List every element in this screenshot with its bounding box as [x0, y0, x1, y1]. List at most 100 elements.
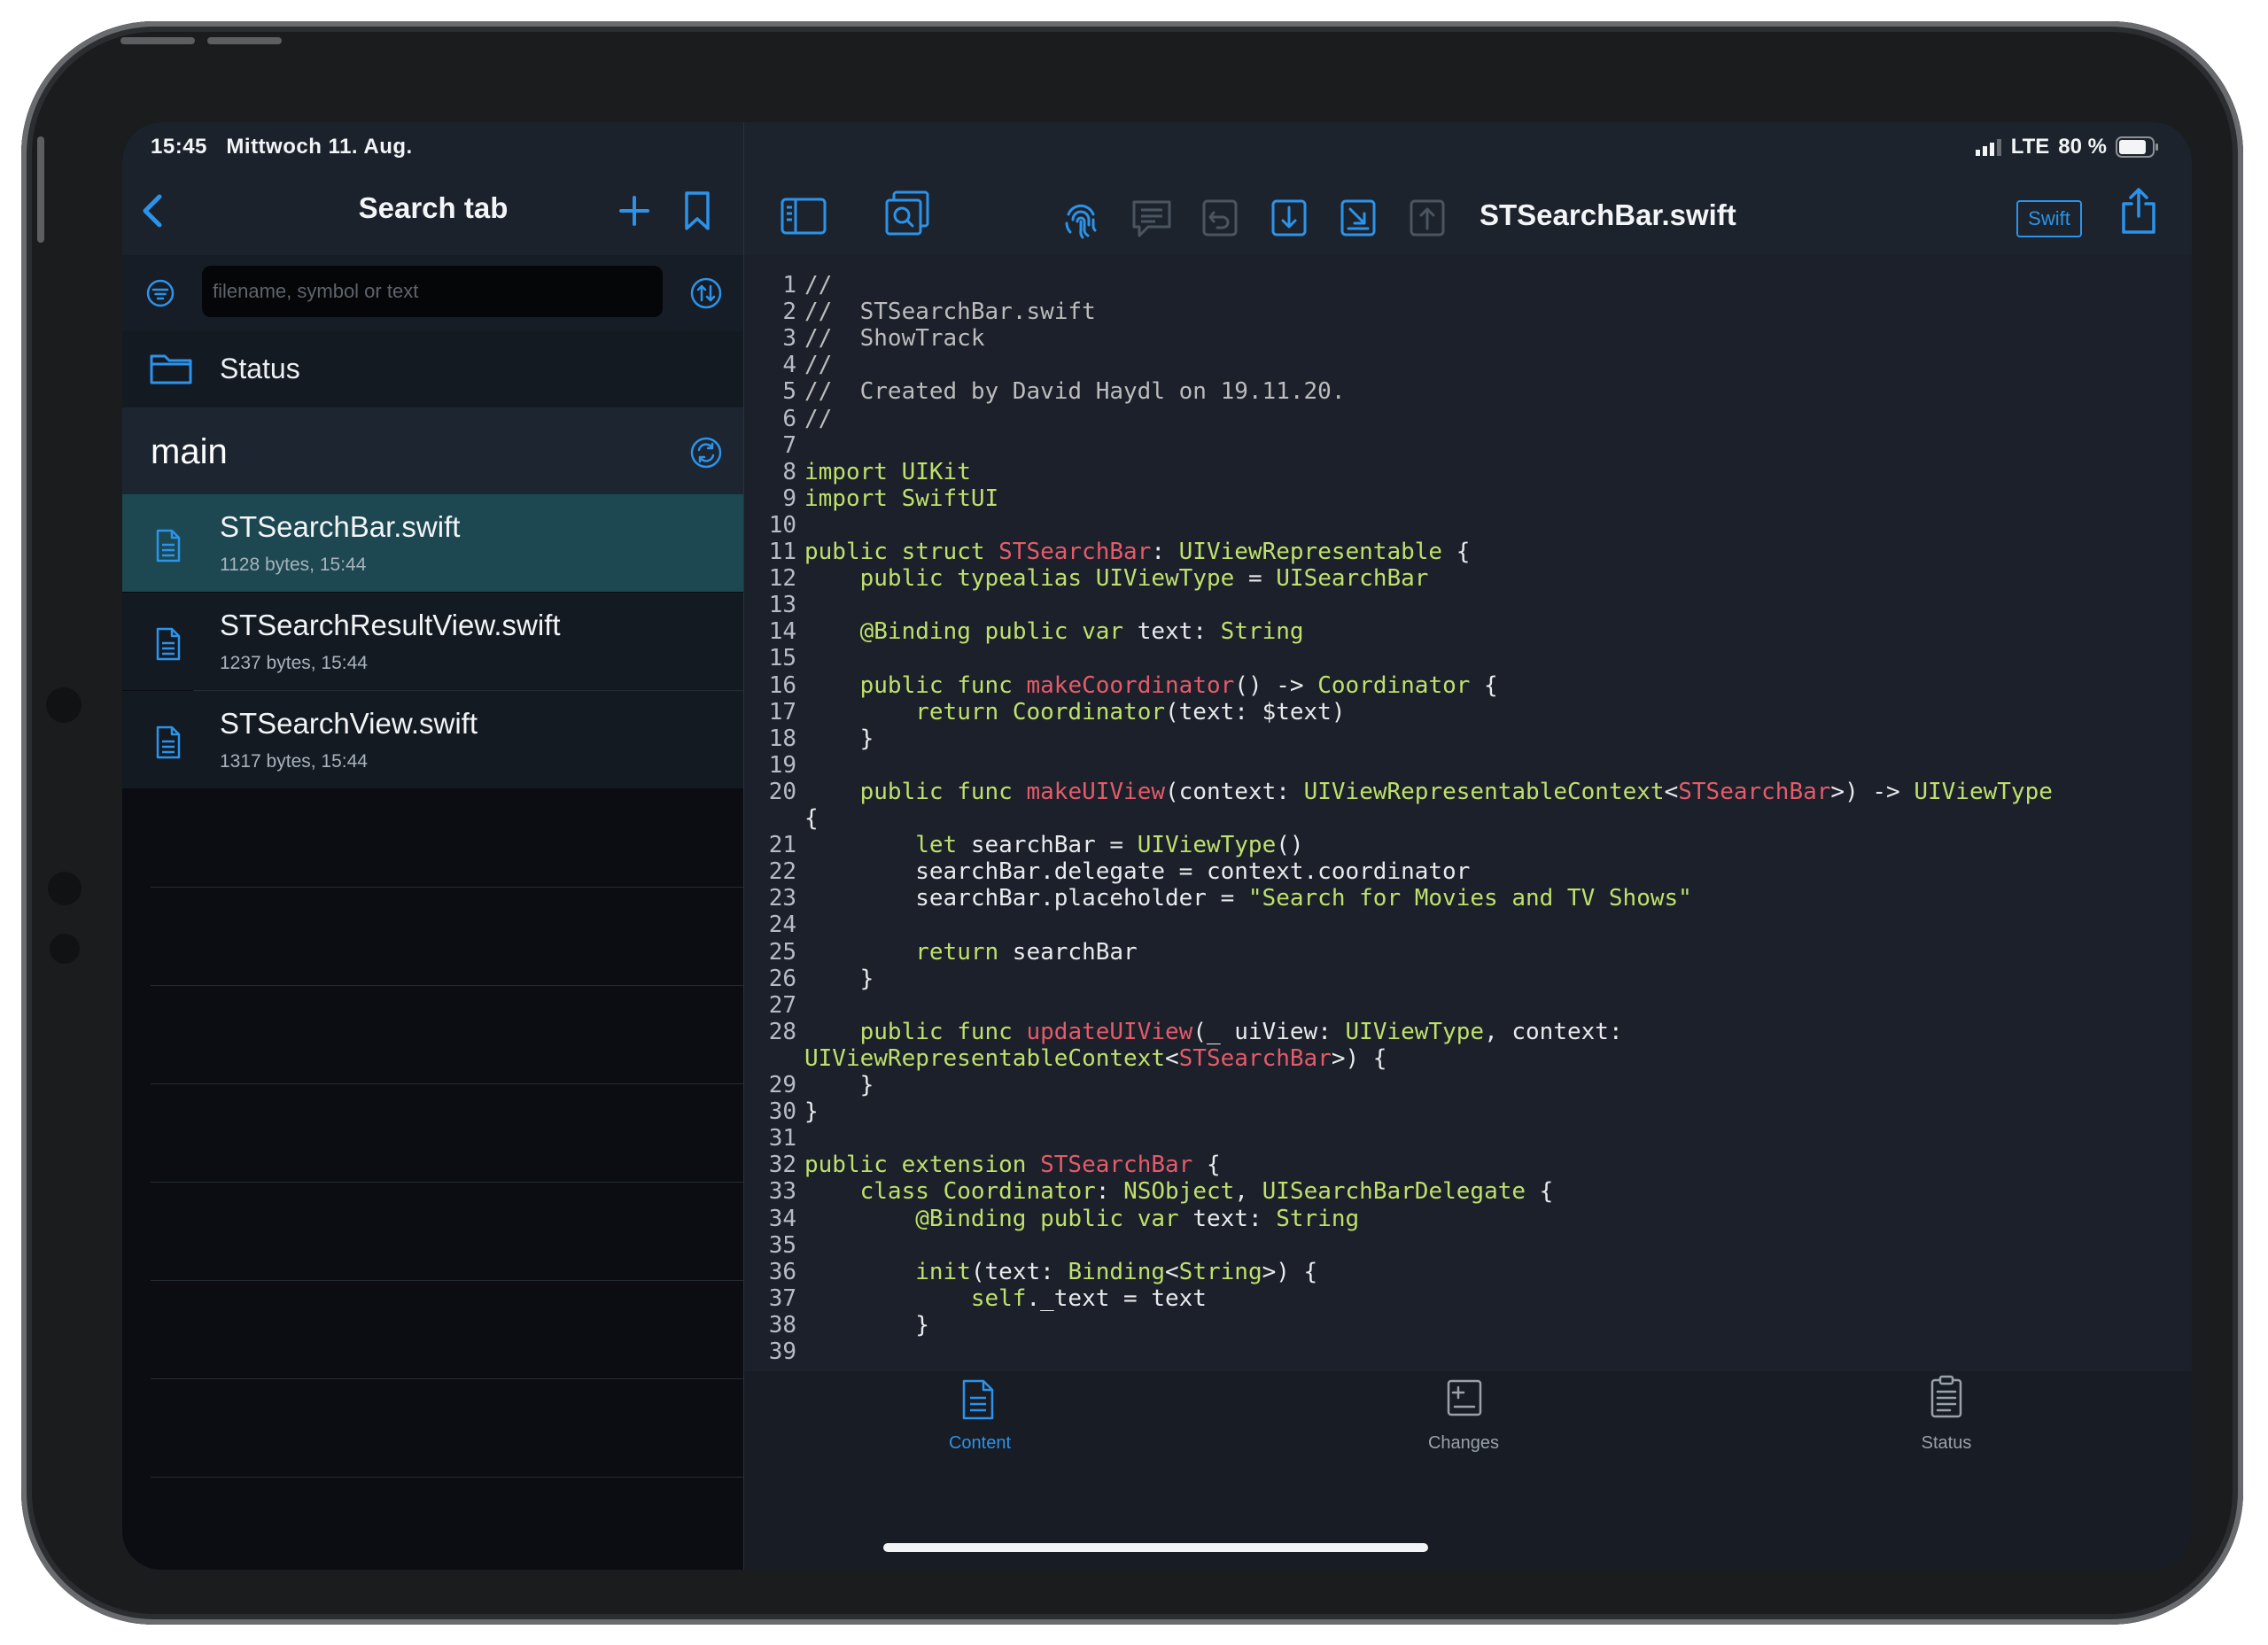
- line-number: 3: [782, 325, 796, 353]
- document-icon: [156, 627, 181, 661]
- line-number: 4: [782, 352, 796, 379]
- code-text: }: [804, 965, 874, 992]
- search-field[interactable]: [202, 266, 663, 317]
- tab-label: Changes: [1427, 1433, 1500, 1453]
- filter-icon[interactable]: [145, 278, 175, 308]
- battery-icon: [2116, 136, 2158, 158]
- camera-lens: [48, 872, 82, 905]
- code-text: searchBar.delegate = context.coordinator: [804, 858, 1471, 886]
- signal-bars-icon: [1975, 139, 2001, 156]
- tab-changes[interactable]: Changes: [1331, 1371, 1596, 1469]
- line-number: 15: [768, 645, 796, 672]
- line-number: 23: [768, 885, 796, 912]
- row-separator: [151, 985, 744, 986]
- line-number: 18: [768, 725, 796, 752]
- code-text: }: [804, 1072, 874, 1098]
- code-text: UIViewRepresentableContext<STSearchBar>)…: [804, 1044, 1387, 1072]
- code-text: @Binding public var text: String: [915, 1205, 1360, 1232]
- code-text: //: [804, 272, 833, 299]
- line-number: 20: [768, 778, 796, 805]
- line-number: 35: [768, 1231, 796, 1259]
- sort-arrows-icon[interactable]: [689, 276, 723, 310]
- row-separator: [151, 1182, 744, 1183]
- line-number: 27: [768, 991, 796, 1019]
- line-number: 28: [768, 1018, 796, 1045]
- file-row[interactable]: STSearchResultView.swift 1237 bytes, 15:…: [122, 593, 744, 690]
- row-separator: [151, 1280, 744, 1281]
- camera-flash: [50, 934, 80, 964]
- line-number: 8: [782, 458, 796, 485]
- network-type: LTE: [2010, 135, 2050, 159]
- clipboard-tab-icon: [1930, 1375, 1962, 1418]
- file-row[interactable]: STSearchBar.swift 1128 bytes, 15:44: [122, 494, 744, 592]
- tab-bar: Content Changes Status: [744, 1371, 2192, 1570]
- row-separator: [151, 887, 744, 888]
- language-badge[interactable]: Swift: [2016, 200, 2082, 237]
- code-text: // Created by David Haydl on 19.11.20.: [804, 378, 1346, 406]
- line-number: 38: [768, 1311, 796, 1339]
- code-text: public struct STSearchBar: UIViewReprese…: [804, 539, 1471, 565]
- row-separator: [151, 1083, 744, 1084]
- comment-icon[interactable]: [1130, 198, 1173, 239]
- branch-row: main: [122, 407, 744, 494]
- pull-down-icon[interactable]: [1270, 198, 1308, 237]
- code-text: // ShowTrack: [804, 325, 985, 353]
- file-title: STSearchBar.swift: [1480, 198, 1736, 231]
- file-name: STSearchBar.swift: [220, 510, 461, 543]
- revert-icon[interactable]: [1201, 198, 1239, 237]
- code-text: import SwiftUI: [804, 485, 999, 512]
- code-text: let searchBar = UIViewType(): [915, 832, 1304, 859]
- line-number: 5: [782, 378, 796, 406]
- home-indicator: [883, 1543, 1428, 1552]
- share-icon[interactable]: [2119, 186, 2158, 236]
- line-number: 26: [768, 965, 796, 992]
- code-text: //: [804, 405, 833, 432]
- code-text: import UIKit: [804, 458, 971, 485]
- find-in-file-icon[interactable]: [884, 190, 930, 237]
- screen: 15:45 Mittwoch 11. Aug. Search tab filen…: [122, 122, 2192, 1570]
- line-number: 29: [768, 1072, 796, 1098]
- status-folder-row[interactable]: Status: [122, 331, 744, 407]
- tab-status[interactable]: Status: [1814, 1371, 2079, 1469]
- tab-label: Content: [948, 1433, 1012, 1453]
- code-text: @Binding public var text: String: [859, 618, 1304, 646]
- battery-percent: 80 %: [2058, 135, 2107, 159]
- camera-lens: [46, 687, 82, 723]
- fetch-icon[interactable]: [1340, 198, 1377, 237]
- status-date: Mittwoch 11. Aug.: [226, 135, 413, 159]
- top-button: [207, 37, 282, 44]
- line-number: 24: [768, 912, 796, 939]
- sidebar-toggle-icon[interactable]: [780, 197, 827, 236]
- code-text: public func updateUIView(_ uiView: UIVie…: [859, 1018, 1623, 1045]
- line-number: 30: [768, 1098, 796, 1126]
- diff-tab-icon: [1447, 1379, 1482, 1416]
- line-number: 36: [768, 1258, 796, 1285]
- bookmark-icon[interactable]: [682, 190, 712, 232]
- code-text: init(text: Binding<String>) {: [915, 1258, 1318, 1285]
- code-text: // STSearchBar.swift: [804, 299, 1096, 326]
- file-row[interactable]: STSearchView.swift 1317 bytes, 15:44: [122, 691, 744, 788]
- status-indicators: LTE 80 %: [1975, 135, 2160, 159]
- sidebar: 15:45 Mittwoch 11. Aug. Search tab filen…: [122, 122, 744, 1570]
- file-meta: 1237 bytes, 15:44: [220, 653, 368, 673]
- line-number: 16: [768, 671, 796, 699]
- fingerprint-icon[interactable]: [1061, 198, 1100, 241]
- sync-icon[interactable]: [689, 436, 723, 469]
- code-text: public func makeUIView(context: UIViewRe…: [859, 778, 2053, 805]
- editor-toolbar: LTE 80 % STSearchBar.swift Swift: [744, 122, 2192, 255]
- line-number: 39: [768, 1339, 796, 1365]
- search-input[interactable]: [202, 266, 663, 317]
- add-plus-icon[interactable]: [618, 195, 650, 227]
- side-button: [37, 136, 44, 243]
- code-text: }: [804, 725, 874, 752]
- status-time: 15:45: [151, 135, 207, 159]
- code-text: return Coordinator(text: $text): [915, 698, 1346, 726]
- tab-content[interactable]: Content: [847, 1371, 1113, 1469]
- folder-icon: [150, 354, 192, 384]
- status-time-date: 15:45 Mittwoch 11. Aug.: [151, 135, 413, 159]
- push-up-icon[interactable]: [1409, 198, 1446, 237]
- line-number: 33: [768, 1178, 796, 1206]
- line-number: 37: [768, 1284, 796, 1312]
- status-folder-label: Status: [220, 353, 300, 384]
- code-view[interactable]: 1 // 2 // STSearchBar.swift 3 // ShowTrack 4 //…: [744, 255, 2192, 1371]
